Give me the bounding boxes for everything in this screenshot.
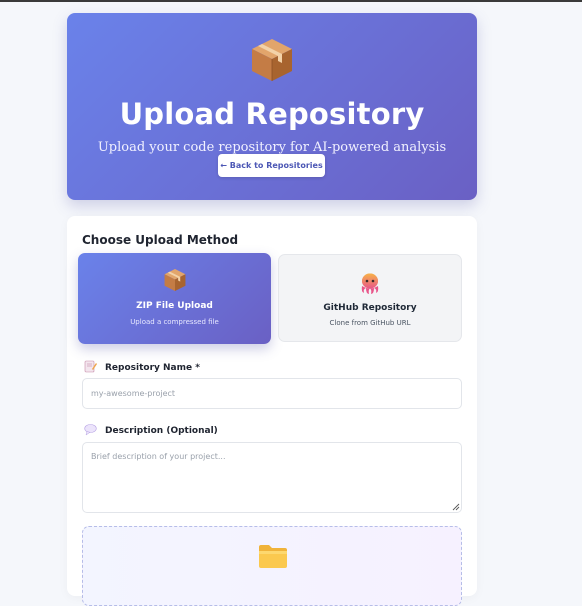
octopus-icon [361, 273, 379, 294]
page-subtitle: Upload your code repository for AI-power… [97, 140, 447, 155]
hero-banner: Upload Repository Upload your code repos… [67, 13, 477, 200]
resize-handle-icon[interactable] [452, 503, 460, 511]
description-label-text: Description (Optional) [105, 426, 218, 436]
repository-name-input[interactable] [82, 378, 462, 409]
zip-upload-title: ZIP File Upload [136, 301, 213, 311]
upload-form-card: Choose Upload Method ZIP File Upload Upl… [67, 216, 477, 606]
zip-upload-option[interactable]: ZIP File Upload Upload a compressed file [78, 253, 271, 344]
file-dropzone[interactable] [82, 526, 462, 606]
github-repository-option[interactable]: GitHub Repository Clone from GitHub URL [278, 254, 462, 342]
zip-upload-description: Upload a compressed file [130, 318, 219, 326]
repository-name-label-text: Repository Name * [105, 363, 200, 373]
upload-method-heading: Choose Upload Method [82, 233, 239, 247]
folder-icon [259, 545, 287, 568]
memo-icon [84, 360, 97, 373]
github-repository-title: GitHub Repository [323, 303, 417, 313]
window-top-border [0, 0, 582, 2]
back-to-repositories-button[interactable]: ← Back to Repositories [218, 154, 325, 177]
speech-bubble-icon [84, 424, 97, 436]
github-repository-description: Clone from GitHub URL [329, 319, 411, 327]
description-textarea[interactable] [82, 442, 462, 513]
package-box-icon [252, 39, 292, 81]
page-title: Upload Repository [119, 97, 425, 131]
package-box-icon [164, 269, 185, 291]
